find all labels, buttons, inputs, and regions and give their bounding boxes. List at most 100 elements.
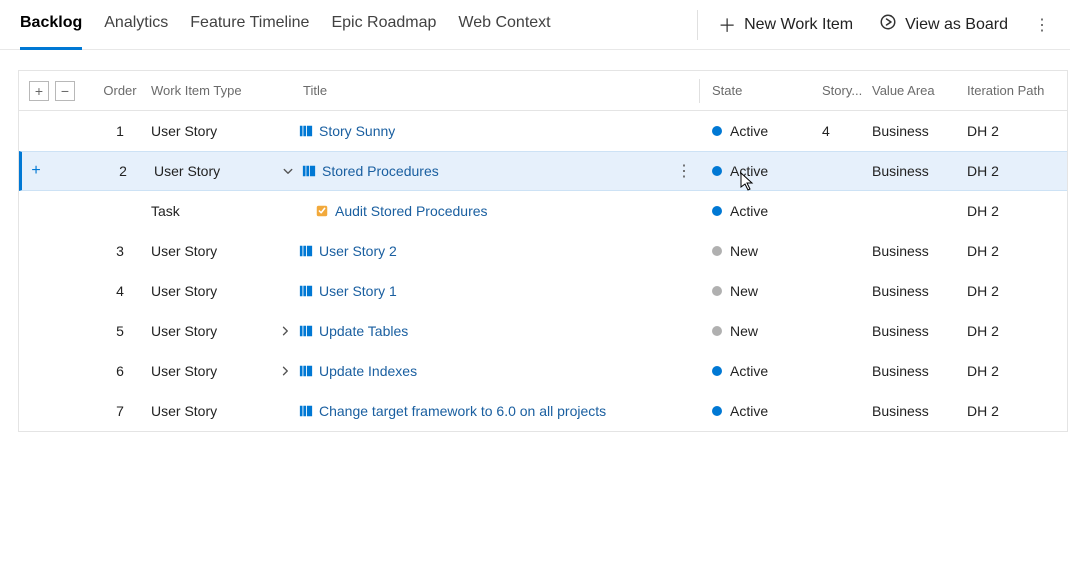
cell-state: New (712, 243, 822, 259)
user-story-icon (299, 244, 313, 258)
cell-story-points: 4 (822, 123, 872, 139)
new-work-item-button[interactable]: ＋ New Work Item (718, 12, 853, 38)
cell-state: New (712, 283, 822, 299)
cell-iteration: DH 2 (967, 163, 1067, 179)
table-row[interactable]: 4User Story User Story 1 New BusinessDH 2 (19, 271, 1067, 311)
work-item-link[interactable]: Update Tables (319, 323, 408, 339)
cell-state: Active (712, 123, 822, 139)
cell-value-area: Business (872, 243, 967, 259)
user-story-icon (299, 124, 313, 138)
cell-type: User Story (151, 403, 271, 419)
table-row[interactable]: 1User Story Story Sunny Active4BusinessDH … (19, 111, 1067, 151)
cell-order: 2 (92, 163, 154, 179)
cell-state: Active (712, 363, 822, 379)
table-row[interactable]: 7User Story Change target framework to 6.… (19, 391, 1067, 431)
expand-all-button[interactable]: + (29, 81, 49, 101)
state-dot-icon (712, 406, 722, 416)
state-dot-icon (712, 166, 722, 176)
collapse-all-button[interactable]: − (55, 81, 75, 101)
cell-value-area: Business (872, 363, 967, 379)
cell-order: 3 (89, 243, 151, 259)
cell-type: User Story (151, 123, 271, 139)
cell-value-area: Business (872, 403, 967, 419)
col-header-state[interactable]: State (712, 83, 822, 98)
row-context-menu[interactable]: ⋮ (676, 161, 692, 181)
view-as-board-button[interactable]: View as Board (879, 13, 1008, 36)
grid-body: 1User StoryStory SunnyActive4BusinessDH … (19, 111, 1067, 431)
state-dot-icon (712, 366, 722, 376)
cell-value-area: Business (872, 123, 967, 139)
cell-state: New (712, 323, 822, 339)
state-dot-icon (712, 206, 722, 216)
work-item-link[interactable]: Story Sunny (319, 123, 395, 139)
tab-analytics[interactable]: Analytics (104, 0, 168, 50)
col-header-order[interactable]: Order (89, 83, 151, 98)
cell-type: User Story (151, 363, 271, 379)
cell-iteration: DH 2 (967, 243, 1067, 259)
view-tabs: Backlog Analytics Feature Timeline Epic Roa… (20, 0, 677, 50)
collapse-row-icon[interactable] (274, 165, 302, 177)
col-header-story[interactable]: Story... (822, 83, 872, 98)
user-story-icon (299, 284, 313, 298)
cell-type: User Story (151, 283, 271, 299)
cell-order: 4 (89, 283, 151, 299)
work-item-link[interactable]: Update Indexes (319, 363, 417, 379)
col-header-type[interactable]: Work Item Type (151, 83, 271, 98)
cell-type: User Story (151, 243, 271, 259)
cell-state: Active (712, 163, 822, 179)
table-row[interactable]: 6User Story Update Indexes Active BusinessD… (19, 351, 1067, 391)
tab-epic-roadmap[interactable]: Epic Roadmap (331, 0, 436, 50)
tab-web-context[interactable]: Web Context (458, 0, 550, 50)
table-row[interactable]: 3User Story User Story 2 New BusinessDH 2 (19, 231, 1067, 271)
table-row[interactable]: TaskAudit Stored ProceduresActiveDH 2 (19, 191, 1067, 231)
grid-header: + − Order Work Item Type Title State Sto… (19, 71, 1067, 111)
col-header-value-area[interactable]: Value Area (872, 83, 967, 98)
backlog-grid: + − Order Work Item Type Title State Sto… (18, 70, 1068, 432)
new-work-item-label: New Work Item (744, 16, 853, 34)
cell-iteration: DH 2 (967, 283, 1067, 299)
expand-row-icon[interactable] (271, 325, 299, 337)
cell-state: Active (712, 203, 822, 219)
cell-order: 6 (89, 363, 151, 379)
user-story-icon (299, 364, 313, 378)
top-toolbar: Backlog Analytics Feature Timeline Epic Roa… (0, 0, 1070, 50)
table-row[interactable]: 5User StoryUpdate TablesNewBusinessDH 2 (19, 311, 1067, 351)
expand-controls: + − (19, 81, 89, 101)
cell-iteration: DH 2 (967, 323, 1067, 339)
cell-iteration: DH 2 (967, 123, 1067, 139)
user-story-icon (299, 404, 313, 418)
column-divider[interactable] (699, 79, 700, 103)
add-child-button[interactable]: + (26, 161, 46, 181)
table-row[interactable]: +2User Story Stored Procedures ⋮ Active Busi… (19, 151, 1067, 191)
board-arrow-icon (879, 13, 897, 36)
cell-iteration: DH 2 (967, 403, 1067, 419)
state-dot-icon (712, 126, 722, 136)
work-item-link[interactable]: Change target framework to 6.0 on all pr… (319, 403, 606, 419)
cell-iteration: DH 2 (967, 363, 1067, 379)
work-item-link[interactable]: User Story 1 (319, 283, 397, 299)
expand-row-icon[interactable] (271, 365, 299, 377)
user-story-icon (299, 324, 313, 338)
view-as-board-label: View as Board (905, 16, 1008, 34)
plus-icon: ＋ (718, 12, 736, 38)
state-dot-icon (712, 326, 722, 336)
work-item-link[interactable]: Stored Procedures (322, 163, 439, 179)
col-header-iteration[interactable]: Iteration Path (967, 83, 1067, 98)
cell-type: Task (151, 203, 271, 219)
cell-order: 5 (89, 323, 151, 339)
toolbar-actions: ＋ New Work Item View as Board ⋮ (718, 12, 1050, 38)
state-dot-icon (712, 286, 722, 296)
cell-value-area: Business (872, 283, 967, 299)
state-dot-icon (712, 246, 722, 256)
work-item-link[interactable]: Audit Stored Procedures (335, 203, 488, 219)
cell-type: User Story (154, 163, 274, 179)
cell-value-area: Business (872, 163, 967, 179)
work-item-link[interactable]: User Story 2 (319, 243, 397, 259)
col-header-title[interactable]: Title (299, 83, 669, 98)
tab-backlog[interactable]: Backlog (20, 0, 82, 50)
cell-state: Active (712, 403, 822, 419)
more-actions-button[interactable]: ⋮ (1034, 15, 1050, 35)
cell-order: 7 (89, 403, 151, 419)
tab-feature-timeline[interactable]: Feature Timeline (190, 0, 309, 50)
cell-order: 1 (89, 123, 151, 139)
